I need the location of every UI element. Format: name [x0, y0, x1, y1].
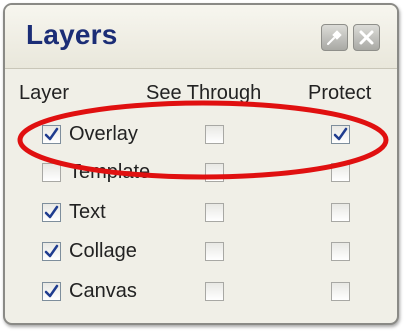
protect-checkbox[interactable]	[331, 282, 350, 301]
column-header-see-through: See Through	[146, 82, 262, 104]
see-through-checkbox[interactable]	[205, 282, 224, 301]
layer-name-label: Overlay	[69, 123, 138, 145]
see-through-checkbox[interactable]	[205, 242, 224, 261]
see-through-checkbox[interactable]	[205, 163, 224, 182]
layer-row: Template	[5, 160, 397, 190]
layer-row: Overlay	[5, 122, 397, 152]
checkmark-icon	[44, 205, 59, 219]
pin-button[interactable]	[321, 24, 348, 51]
layer-visibility-checkbox[interactable]	[42, 282, 61, 301]
layer-row: Collage	[5, 239, 397, 269]
checkmark-icon	[44, 284, 59, 298]
layer-name-label: Collage	[69, 240, 137, 262]
protect-checkbox[interactable]	[331, 163, 350, 182]
layer-name-label: Canvas	[69, 280, 137, 302]
see-through-checkbox[interactable]	[205, 203, 224, 222]
checkmark-icon	[44, 244, 59, 258]
layers-panel: Layers Layer See Through Protect Overlay…	[3, 3, 399, 325]
see-through-checkbox[interactable]	[205, 125, 224, 144]
column-header-protect: Protect	[308, 82, 372, 104]
checkmark-icon	[44, 127, 59, 141]
checkmark-icon	[333, 127, 348, 141]
protect-checkbox[interactable]	[331, 203, 350, 222]
panel-titlebar[interactable]: Layers	[5, 5, 397, 69]
layer-name-label: Text	[69, 201, 106, 223]
close-icon	[359, 30, 374, 45]
protect-checkbox[interactable]	[331, 125, 350, 144]
layer-visibility-checkbox[interactable]	[42, 125, 61, 144]
layer-visibility-checkbox[interactable]	[42, 203, 61, 222]
layer-visibility-checkbox[interactable]	[42, 242, 61, 261]
layer-row: Canvas	[5, 279, 397, 309]
protect-checkbox[interactable]	[331, 242, 350, 261]
layer-visibility-checkbox[interactable]	[42, 163, 61, 182]
panel-title: Layers	[26, 19, 118, 50]
layer-row: Text	[5, 200, 397, 230]
layer-name-label: Template	[69, 161, 151, 183]
pin-icon	[327, 30, 342, 45]
column-header-layer: Layer	[19, 82, 70, 104]
close-button[interactable]	[353, 24, 380, 51]
